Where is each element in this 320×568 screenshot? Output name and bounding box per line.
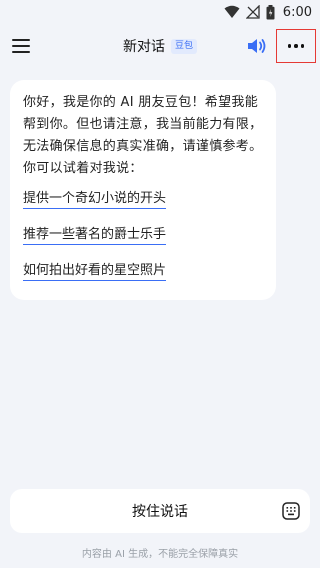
battery-icon <box>266 4 275 20</box>
suggestion-link[interactable]: 如何拍出好看的星空照片 <box>23 262 167 281</box>
more-icon-dot <box>300 44 305 48</box>
status-time: 6:00 <box>282 4 312 20</box>
more-icon-dot <box>287 44 292 48</box>
hold-to-talk-button[interactable]: 按住说话 <box>10 489 310 533</box>
bot-name-badge: 豆包 <box>170 38 198 54</box>
message-text: 你好，我是你的 AI 朋友豆包！希望我能帮到你。但也请注意，我当前能力有限，无法… <box>23 95 263 176</box>
suggestion-link[interactable]: 推荐一些著名的爵士乐手 <box>23 226 167 245</box>
status-bar: 6:00 <box>0 0 320 24</box>
no-signal-icon <box>245 5 260 19</box>
more-icon-dot <box>294 44 298 48</box>
suggestion-link[interactable]: 提供一个奇幻小说的开头 <box>23 190 167 209</box>
hold-to-talk-label: 按住说话 <box>132 504 188 520</box>
menu-icon[interactable] <box>12 34 36 58</box>
title-group: 新对话 豆包 <box>122 36 198 56</box>
keyboard-icon[interactable] <box>282 502 300 520</box>
wifi-icon <box>224 5 240 19</box>
page-title: 新对话 <box>122 39 165 55</box>
more-options-button[interactable] <box>276 29 316 63</box>
assistant-message-bubble: 你好，我是你的 AI 朋友豆包！希望我能帮到你。但也请注意，我当前能力有限，无法… <box>10 80 276 300</box>
header: 新对话 豆包 <box>0 26 320 66</box>
ai-disclaimer: 内容由 AI 生成，不能完全保障真实 <box>81 549 239 560</box>
speaker-icon[interactable] <box>246 36 268 56</box>
